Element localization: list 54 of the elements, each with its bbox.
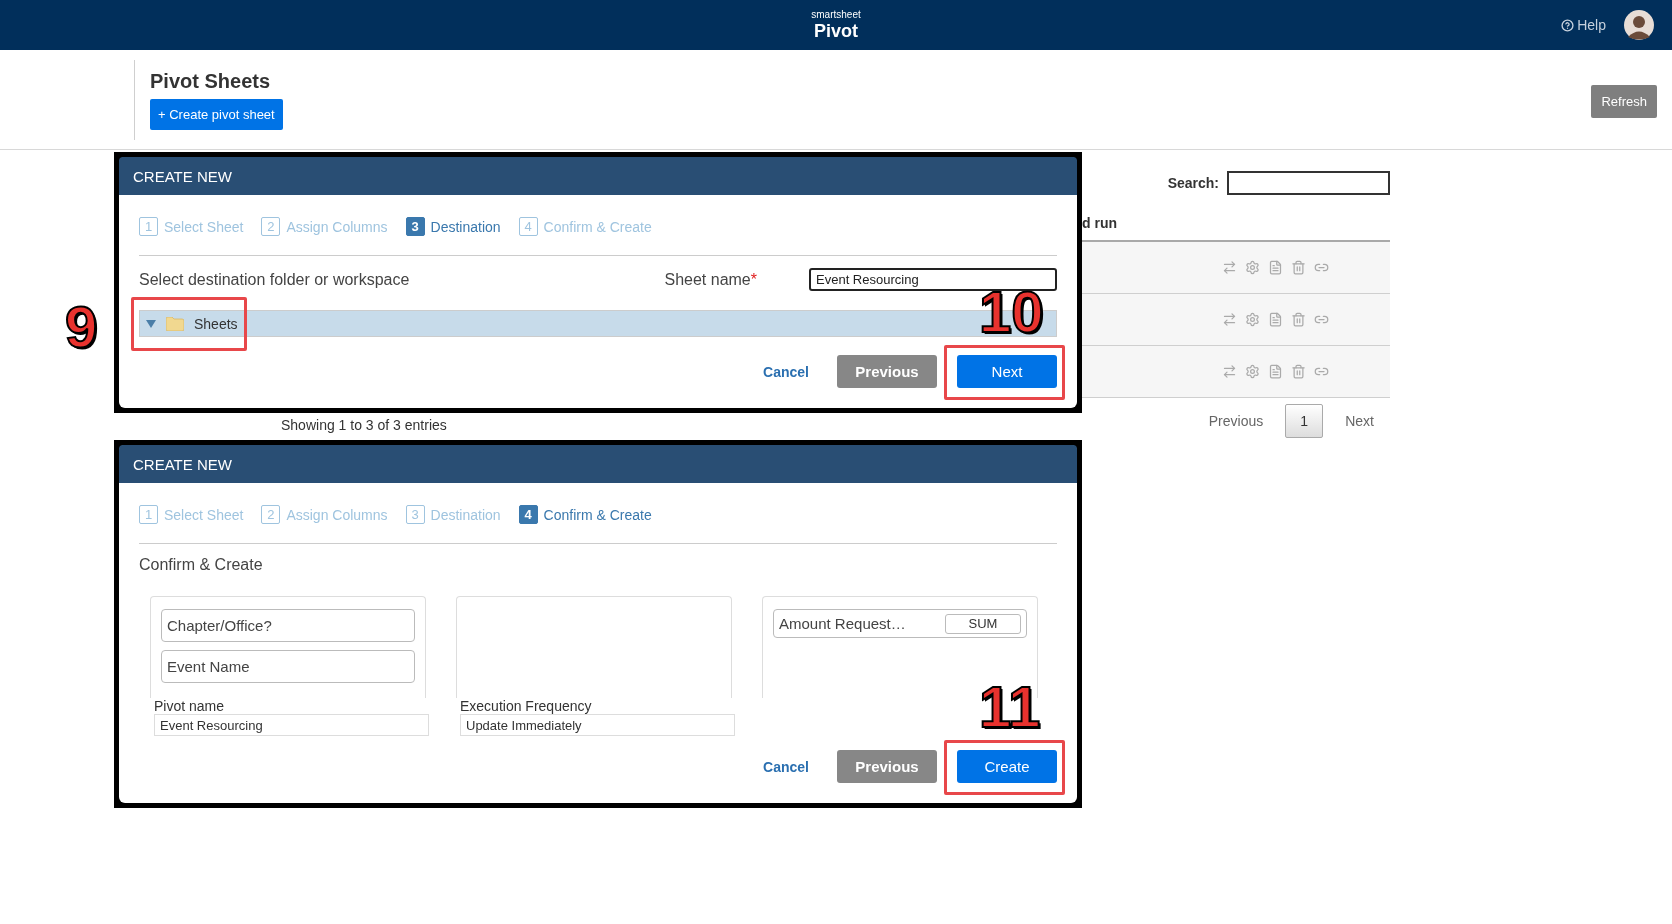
trash-icon[interactable] (1291, 364, 1306, 379)
previous-link[interactable]: Previous (1202, 413, 1270, 429)
refresh-button[interactable]: Refresh (1591, 85, 1657, 118)
entries-info: Showing 1 to 3 of 3 entries (281, 417, 447, 433)
help-icon (1561, 18, 1575, 32)
dialog-title: CREATE NEW (119, 157, 1077, 195)
swap-icon[interactable] (1222, 312, 1237, 327)
previous-button[interactable]: Previous (837, 750, 937, 783)
page-title: Pivot Sheets (150, 70, 271, 93)
field-label: Pivot name (154, 698, 226, 714)
wizard-step[interactable]: 4 Confirm & Create (518, 505, 652, 524)
column-header[interactable]: d run (1082, 215, 1222, 240)
previous-button[interactable]: Previous (837, 355, 937, 388)
input-field[interactable]: Event Resourcing (154, 714, 429, 736)
create-pivot-button[interactable]: + Create pivot sheet (150, 99, 283, 130)
primary-button[interactable]: Next (957, 355, 1057, 388)
search-field[interactable] (1227, 171, 1390, 195)
avatar-icon[interactable] (1624, 10, 1654, 40)
cancel-link[interactable]: Cancel (763, 758, 809, 775)
field-label: Sheet name* (664, 270, 757, 289)
section-label: Select destination folder or workspace (139, 270, 410, 289)
trash-icon[interactable] (1291, 312, 1306, 327)
help-link[interactable]: Help (1561, 17, 1606, 33)
input-field[interactable]: Update Immediately (460, 714, 735, 736)
brand-name: Pivot (814, 22, 858, 40)
sheet-name-field[interactable]: Event Resourcing (809, 268, 1057, 291)
dialog-title: CREATE NEW (119, 445, 1077, 483)
caret-icon[interactable] (146, 318, 156, 329)
page-button[interactable]: 1 (1285, 404, 1324, 438)
callout-number: 9 (65, 298, 98, 356)
primary-button[interactable]: Create (957, 750, 1057, 783)
brand-small-text: smartsheet (811, 10, 861, 20)
swap-icon[interactable] (1222, 260, 1237, 275)
aggregate-select[interactable]: SUM (945, 613, 1021, 634)
wizard-step[interactable]: 3 Destination (405, 217, 501, 236)
search-label: Search: (1167, 175, 1219, 191)
next-link[interactable]: Next (1339, 413, 1380, 429)
field-label: Execution Frequency (460, 698, 593, 714)
section-label: Confirm & Create (139, 556, 264, 574)
swap-icon[interactable] (1222, 364, 1237, 379)
document-icon[interactable] (1268, 364, 1283, 379)
document-icon[interactable] (1268, 260, 1283, 275)
tree-label: Sheets (194, 315, 238, 332)
folder-icon (166, 316, 184, 331)
cancel-link[interactable]: Cancel (763, 363, 809, 380)
column-chip[interactable]: Chapter/Office? (161, 609, 415, 642)
settings-icon[interactable] (1245, 312, 1260, 327)
settings-icon[interactable] (1245, 364, 1260, 379)
column-chip[interactable]: Event Name (161, 650, 415, 683)
callout-number: 11 (979, 678, 1041, 736)
trash-icon[interactable] (1291, 260, 1306, 275)
column-chip[interactable]: Amount Request… SUM (773, 609, 1027, 638)
settings-icon[interactable] (1245, 260, 1260, 275)
document-icon[interactable] (1268, 312, 1283, 327)
